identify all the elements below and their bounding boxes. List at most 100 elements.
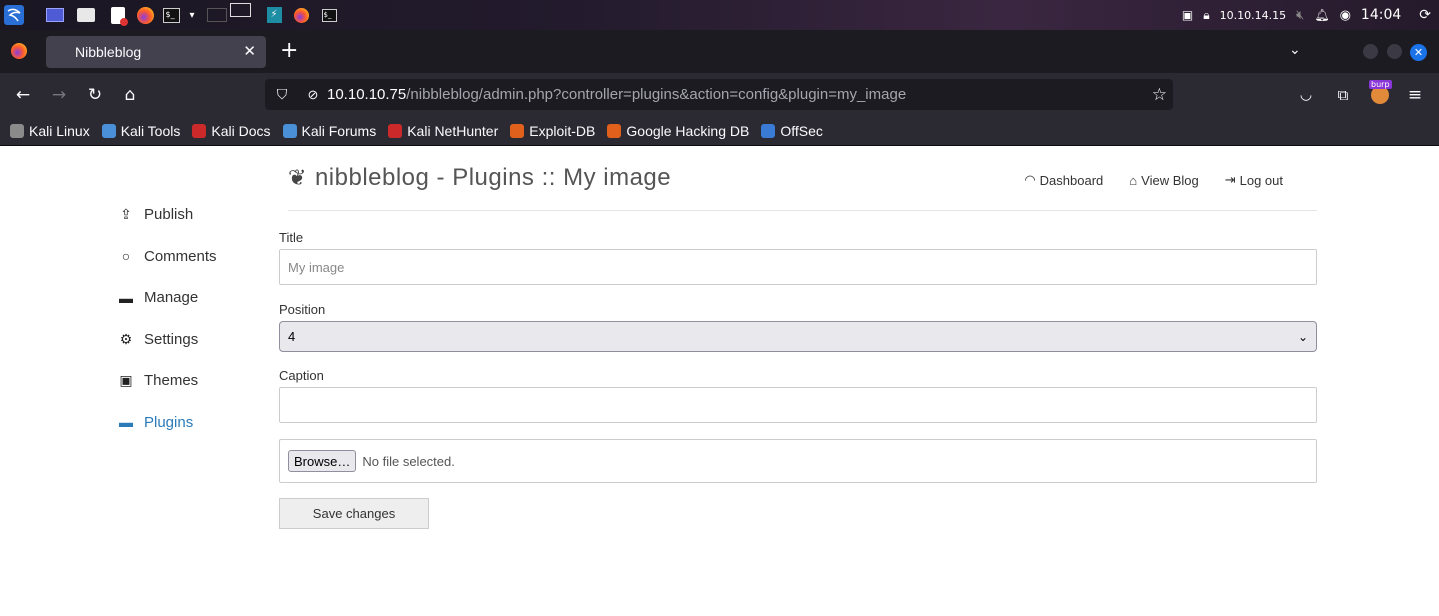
notification-bell-icon[interactable]: 🔔︎: [1314, 8, 1329, 22]
bookmarks-toolbar: Kali Linux Kali Tools Kali Docs Kali For…: [0, 116, 1439, 146]
exploit-db-icon: [510, 123, 525, 138]
bookmark-star-icon[interactable]: ☆: [1152, 85, 1167, 105]
tab-nibbleblog[interactable]: Nibbleblog ✕: [46, 36, 266, 68]
workspace-2[interactable]: [229, 0, 251, 20]
mute-icon[interactable]: 🔇︎: [1296, 8, 1304, 23]
kali-docs-icon: [192, 123, 207, 138]
power-manager-icon[interactable]: ◉: [1340, 8, 1351, 23]
sidebar-item-comments[interactable]: ○ Comments: [118, 236, 217, 278]
close-tab-icon[interactable]: ✕: [243, 42, 256, 60]
bookmark-kali-forums[interactable]: Kali Forums: [282, 123, 376, 139]
bookmark-offsec[interactable]: OffSec: [761, 123, 823, 139]
tab-title: Nibbleblog: [75, 44, 142, 60]
site-info-icon[interactable]: ⊘: [299, 87, 327, 103]
close-window-button[interactable]: ✕: [1410, 44, 1427, 61]
vpn-ip: 10.10.14.15: [1219, 8, 1287, 22]
bookmark-kali-nethunter[interactable]: Kali NetHunter: [388, 123, 498, 139]
chevron-down-icon: ⌄: [1297, 329, 1308, 344]
back-icon[interactable]: ←: [11, 83, 35, 107]
reload-icon[interactable]: ↻: [83, 83, 107, 107]
vpn-lock-icon: 🔒︎: [1203, 7, 1210, 22]
sidebar-item-plugins[interactable]: ▬ Plugins: [118, 402, 217, 444]
kali-forums-icon: [282, 123, 297, 138]
admin-sidebar: ⇪ Publish ○ Comments ▬ Manage ⚙ Settings ▣ Th…: [118, 194, 217, 443]
bookmark-kali-docs[interactable]: Kali Docs: [192, 123, 271, 139]
terminal-window-icon[interactable]: $_: [319, 5, 339, 25]
kali-dragon-icon: [10, 123, 24, 138]
squirrel-logo-icon: ❦: [288, 165, 307, 190]
page-content: ⇪ Publish ○ Comments ▬ Manage ⚙ Settings ▣ Th…: [0, 146, 1439, 616]
clock[interactable]: 14:04: [1361, 7, 1401, 23]
browse-button[interactable]: Browse…: [288, 450, 357, 472]
logout-link[interactable]: ⇥ Log out: [1225, 172, 1283, 188]
view-blog-link[interactable]: ⌂ View Blog: [1129, 172, 1198, 188]
list-all-tabs-icon[interactable]: ⌄: [1289, 42, 1301, 58]
caption-label: Caption: [279, 368, 324, 383]
kali-menu-icon[interactable]: [4, 5, 24, 25]
terminal-icon[interactable]: $_: [161, 5, 181, 25]
comment-icon: ○: [121, 248, 131, 265]
bookmark-kali-linux[interactable]: Kali Linux: [10, 123, 90, 139]
new-tab-button[interactable]: +: [280, 40, 298, 62]
burp-badge: burp: [1369, 80, 1392, 89]
title-placeholder: My image: [288, 259, 345, 275]
chevron-down-icon[interactable]: ▾: [182, 5, 202, 25]
file-status: No file selected.: [362, 453, 455, 469]
position-select[interactable]: 4 ⌄: [279, 321, 1317, 352]
url-host: 10.10.10.75: [327, 86, 407, 103]
page-title: ❦ nibbleblog - Plugins :: My image: [288, 164, 672, 191]
save-changes-button[interactable]: Save changes: [279, 498, 429, 529]
title-input[interactable]: My image: [279, 249, 1317, 285]
dashboard-link[interactable]: ◠ Dashboard: [1024, 172, 1103, 188]
caption-input[interactable]: [279, 387, 1317, 423]
logout-icon: ⇥: [1224, 172, 1236, 187]
home-icon[interactable]: ⌂: [118, 83, 142, 107]
image-icon: ▣: [119, 372, 133, 389]
maximize-window-button[interactable]: [1387, 44, 1402, 59]
bookmark-google-hacking-db[interactable]: Google Hacking DB: [607, 123, 749, 139]
firefox-window-icon[interactable]: [291, 5, 311, 25]
kali-tools-icon: [101, 123, 116, 138]
sidebar-item-themes[interactable]: ▣ Themes: [118, 360, 217, 402]
forward-icon[interactable]: →: [47, 83, 71, 107]
screen-icon[interactable]: ▣: [1182, 8, 1193, 22]
offsec-icon: [761, 123, 776, 138]
sidebar-item-settings[interactable]: ⚙ Settings: [118, 319, 217, 361]
admin-header: ❦ nibbleblog - Plugins :: My image ◠ Dash…: [288, 162, 1317, 211]
browser-tabbar: Nibbleblog ✕ ⌄ ✕: [0, 30, 1439, 73]
minimize-window-button[interactable]: [1363, 44, 1378, 59]
home-icon: ⌂: [1129, 172, 1138, 188]
gear-icon: ⚙: [119, 330, 133, 347]
menu-icon[interactable]: ≡: [1403, 83, 1427, 107]
firefox-icon[interactable]: [135, 5, 155, 25]
burp-extension-icon[interactable]: burp: [1368, 80, 1392, 107]
extensions-icon[interactable]: ⧉: [1331, 83, 1355, 107]
publish-icon: ⇪: [120, 206, 132, 223]
file-manager-icon[interactable]: [76, 5, 96, 25]
sidebar-item-manage[interactable]: ▬ Manage: [118, 277, 217, 319]
nethunter-icon: [388, 123, 403, 138]
image-file-input: Browse… No file selected.: [279, 439, 1317, 483]
folder-icon: ▬: [119, 414, 133, 431]
desktop-icon[interactable]: [45, 5, 65, 25]
burp-app-icon[interactable]: ⚡: [264, 5, 284, 25]
bookmark-kali-tools[interactable]: Kali Tools: [101, 123, 180, 139]
plugin-config-form: Title My image Position 4 ⌄ Caption Brow…: [279, 230, 1317, 529]
text-editor-icon[interactable]: [108, 5, 128, 26]
bookmark-exploit-db[interactable]: Exploit-DB: [510, 123, 595, 139]
folder-icon: ▬: [119, 289, 133, 306]
address-bar[interactable]: ⛉ ⊘ 10.10.10.75/nibbleblog/admin.php?con…: [265, 79, 1173, 110]
sidebar-item-publish[interactable]: ⇪ Publish: [118, 194, 217, 236]
logout-icon[interactable]: ⟳: [1419, 7, 1431, 23]
ghdb-icon: [607, 123, 622, 138]
header-links: ◠ Dashboard ⌂ View Blog ⇥ Log out: [1024, 172, 1283, 188]
dashboard-icon: ◠: [1024, 172, 1036, 187]
url-path: /nibbleblog/admin.php?controller=plugins…: [406, 86, 907, 103]
workspace-1[interactable]: [206, 5, 228, 25]
tracking-shield-icon[interactable]: ⛉: [265, 86, 299, 103]
system-taskbar: $_ ▾ ⚡ $_ ▣ 🔒︎ 10.10.14.15 🔇︎ 🔔︎ ◉ 14:04…: [0, 0, 1439, 30]
position-label: Position: [279, 302, 326, 317]
title-label: Title: [279, 230, 304, 245]
firefox-view-icon[interactable]: [11, 43, 27, 59]
pocket-icon[interactable]: ◡: [1294, 83, 1318, 107]
